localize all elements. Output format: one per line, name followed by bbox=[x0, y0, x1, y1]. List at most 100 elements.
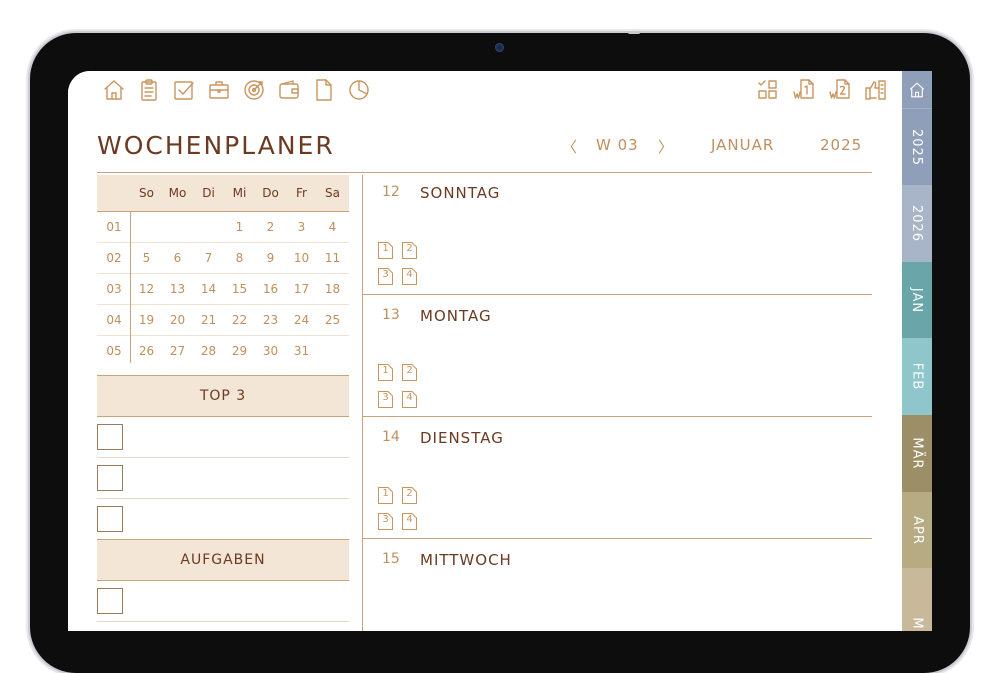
tab-maer[interactable]: MÄR bbox=[902, 415, 932, 492]
task-item bbox=[97, 581, 349, 622]
page-title: WOCHENPLANER bbox=[97, 131, 335, 160]
next-week-button[interactable]: 〉 bbox=[658, 136, 674, 157]
quadrant-2-icon[interactable]: 2 bbox=[402, 487, 417, 504]
calendar-day[interactable]: 22 bbox=[224, 313, 255, 327]
week-one-icon[interactable] bbox=[792, 78, 816, 102]
tab-label: JAN bbox=[909, 287, 925, 313]
tab-feb[interactable]: FEB bbox=[902, 338, 932, 415]
thumbs-up-list-icon[interactable] bbox=[864, 78, 888, 102]
home-icon[interactable] bbox=[102, 78, 126, 102]
briefcase-icon[interactable] bbox=[207, 78, 231, 102]
year-link[interactable]: 2025 bbox=[820, 136, 862, 154]
tab-2025[interactable]: 2025 bbox=[902, 108, 932, 186]
calendar-week-row: 05 26 27 28 29 30 31 bbox=[97, 336, 349, 366]
clipboard-icon[interactable] bbox=[137, 78, 161, 102]
target-icon[interactable] bbox=[242, 78, 266, 102]
calendar-day[interactable]: 17 bbox=[286, 282, 317, 296]
quadrant-4-icon[interactable]: 4 bbox=[402, 513, 417, 530]
tab-apr[interactable]: APR bbox=[902, 492, 932, 568]
day-number: 13 bbox=[382, 307, 400, 323]
tab-label: MÄR bbox=[909, 437, 925, 470]
week-two-icon[interactable] bbox=[828, 78, 852, 102]
calendar-day[interactable]: 8 bbox=[224, 251, 255, 265]
task-checkbox[interactable] bbox=[97, 588, 123, 614]
week-number[interactable]: 02 bbox=[97, 251, 131, 265]
top3-checkbox[interactable] bbox=[97, 506, 123, 532]
quadrant-3-icon[interactable]: 3 bbox=[378, 391, 393, 408]
calendar-day[interactable]: 13 bbox=[162, 282, 193, 296]
pie-chart-icon[interactable] bbox=[347, 78, 371, 102]
day-section-tuesday[interactable]: 14 DIENSTAG 1 2 3 4 bbox=[362, 429, 872, 539]
weekday-label: Fr bbox=[296, 186, 307, 200]
calendar-week-row: 01 1 2 3 4 bbox=[97, 212, 349, 243]
month-link[interactable]: JANUAR bbox=[711, 136, 774, 154]
day-section-monday[interactable]: 13 MONTAG 1 2 3 4 bbox=[362, 307, 872, 417]
calendar-day[interactable]: 26 bbox=[131, 344, 162, 358]
tab-label: M bbox=[909, 616, 925, 630]
calendar-day[interactable]: 28 bbox=[193, 344, 224, 358]
tab-label: FEB bbox=[909, 362, 925, 391]
calendar-day[interactable]: 5 bbox=[131, 251, 162, 265]
quadrant-3-icon[interactable]: 3 bbox=[378, 268, 393, 285]
day-name: SONNTAG bbox=[420, 184, 501, 202]
quadrant-1-icon[interactable]: 1 bbox=[378, 364, 393, 381]
calendar-week-row: 03 12 13 14 15 16 17 18 bbox=[97, 274, 349, 305]
quadrant-2-icon[interactable]: 2 bbox=[402, 364, 417, 381]
calendar-day[interactable]: 23 bbox=[255, 313, 286, 327]
week-number[interactable]: 05 bbox=[97, 344, 131, 358]
calendar-day[interactable]: 7 bbox=[193, 251, 224, 265]
calendar-day[interactable]: 29 bbox=[224, 344, 255, 358]
top3-checkbox[interactable] bbox=[97, 424, 123, 450]
calendar-day[interactable]: 19 bbox=[131, 313, 162, 327]
top3-checkbox[interactable] bbox=[97, 465, 123, 491]
week-number[interactable]: 01 bbox=[97, 220, 131, 234]
calendar-day[interactable]: 4 bbox=[317, 220, 348, 234]
quadrant-2-icon[interactable]: 2 bbox=[402, 242, 417, 259]
quadrant-1-icon[interactable]: 1 bbox=[378, 487, 393, 504]
calendar-day[interactable]: 21 bbox=[193, 313, 224, 327]
calendar-day[interactable]: 9 bbox=[255, 251, 286, 265]
day-section-wednesday[interactable]: 15 MITTWOCH bbox=[362, 551, 872, 611]
quadrant-1-icon[interactable]: 1 bbox=[378, 242, 393, 259]
week-label: W 03 bbox=[596, 136, 639, 154]
calendar-day[interactable]: 27 bbox=[162, 344, 193, 358]
calendar-day[interactable]: 31 bbox=[286, 344, 317, 358]
calendar-day[interactable]: 25 bbox=[317, 313, 348, 327]
toolbar-left bbox=[102, 78, 371, 102]
day-name: MONTAG bbox=[420, 307, 492, 325]
header-divider bbox=[97, 172, 872, 173]
week-number[interactable]: 04 bbox=[97, 313, 131, 327]
tab-2026[interactable]: 2026 bbox=[902, 185, 932, 262]
checklist-grid-icon[interactable] bbox=[756, 78, 780, 102]
calendar-day[interactable]: 24 bbox=[286, 313, 317, 327]
calendar-day[interactable]: 3 bbox=[286, 220, 317, 234]
checkbox-icon[interactable] bbox=[172, 78, 196, 102]
calendar-day[interactable]: 12 bbox=[131, 282, 162, 296]
calendar-day[interactable]: 11 bbox=[317, 251, 348, 265]
calendar-day[interactable]: 30 bbox=[255, 344, 286, 358]
calendar-day[interactable]: 2 bbox=[255, 220, 286, 234]
wallet-icon[interactable] bbox=[277, 78, 301, 102]
tab-jan[interactable]: JAN bbox=[902, 262, 932, 338]
calendar-day[interactable]: 10 bbox=[286, 251, 317, 265]
tab-label: APR bbox=[909, 515, 925, 545]
tab-home[interactable] bbox=[902, 71, 932, 108]
quadrant-4-icon[interactable]: 4 bbox=[402, 391, 417, 408]
calendar-day[interactable]: 18 bbox=[317, 282, 348, 296]
day-divider bbox=[362, 538, 872, 539]
day-section-sunday[interactable]: 12 SONNTAG 1 2 3 4 bbox=[362, 184, 872, 294]
calendar-day[interactable]: 6 bbox=[162, 251, 193, 265]
calendar-day[interactable]: 15 bbox=[224, 282, 255, 296]
calendar-day[interactable]: 20 bbox=[162, 313, 193, 327]
screen: WOCHENPLANER 〈 W 03 〉 JANUAR 2025 So Mo … bbox=[68, 71, 932, 631]
day-divider bbox=[362, 294, 872, 295]
quadrant-3-icon[interactable]: 3 bbox=[378, 513, 393, 530]
week-number[interactable]: 03 bbox=[97, 282, 131, 296]
calendar-day[interactable]: 16 bbox=[255, 282, 286, 296]
prev-week-button[interactable]: 〈 bbox=[562, 136, 578, 157]
calendar-day[interactable]: 1 bbox=[224, 220, 255, 234]
document-icon[interactable] bbox=[312, 78, 336, 102]
top3-item bbox=[97, 417, 349, 458]
quadrant-4-icon[interactable]: 4 bbox=[402, 268, 417, 285]
calendar-day[interactable]: 14 bbox=[193, 282, 224, 296]
